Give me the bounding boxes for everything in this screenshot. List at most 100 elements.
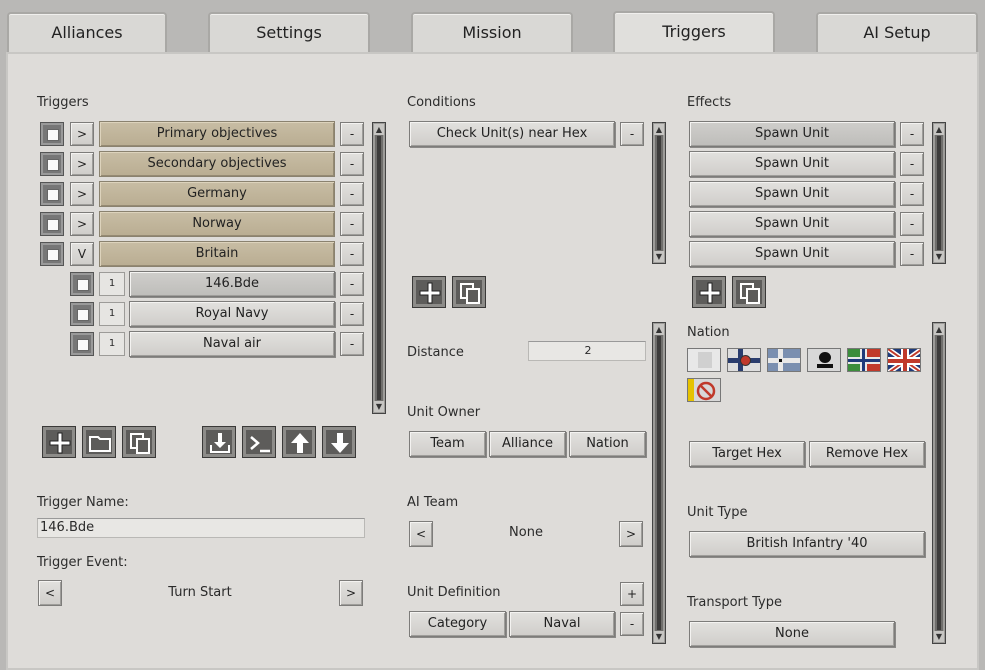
owner-alliance-button[interactable]: Alliance — [489, 431, 566, 457]
scroll-up-icon[interactable]: ▲ — [374, 124, 384, 135]
trigger-group-item[interactable]: Britain — [99, 241, 335, 267]
none-flag-icon[interactable] — [687, 378, 721, 402]
collapse-button[interactable]: V — [70, 242, 94, 266]
trigger-item[interactable]: Naval air — [129, 331, 335, 357]
remove-button[interactable]: - — [340, 302, 364, 326]
scroll-down-icon[interactable]: ▼ — [934, 631, 944, 642]
add-effect-button[interactable] — [692, 276, 726, 308]
trigger-checkbox[interactable] — [40, 212, 64, 236]
ai-team-next-button[interactable]: > — [619, 521, 643, 547]
remove-button[interactable]: - — [900, 212, 924, 236]
event-next-button[interactable]: > — [339, 580, 363, 606]
trigger-item[interactable]: 146.Bde — [129, 271, 335, 297]
britain-flag-icon[interactable] — [887, 348, 921, 372]
trigger-checkbox[interactable] — [70, 332, 94, 356]
effect-item[interactable]: Spawn Unit — [689, 151, 895, 177]
trigger-group-item[interactable]: Norway — [99, 211, 335, 237]
copy-condition-button[interactable] — [452, 276, 486, 308]
add-unit-definition-button[interactable]: + — [620, 582, 644, 606]
remove-button[interactable]: - — [340, 272, 364, 296]
scroll-track[interactable] — [377, 136, 381, 400]
trigger-checkbox[interactable] — [40, 242, 64, 266]
tab-triggers[interactable]: Triggers — [613, 11, 775, 55]
effect-settings-scrollbar[interactable]: ▲ ▼ — [932, 322, 946, 644]
move-down-button[interactable] — [322, 426, 356, 458]
scroll-up-icon[interactable]: ▲ — [654, 124, 664, 135]
triggers-scrollbar[interactable]: ▲ ▼ — [372, 122, 386, 414]
remove-hex-button[interactable]: Remove Hex — [809, 441, 925, 467]
conditions-scrollbar[interactable]: ▲ ▼ — [652, 122, 666, 264]
condition-item[interactable]: Check Unit(s) near Hex — [409, 121, 615, 147]
scroll-track[interactable] — [937, 336, 941, 630]
norway-flag-icon[interactable] — [847, 348, 881, 372]
owner-team-button[interactable]: Team — [409, 431, 486, 457]
remove-button[interactable]: - — [340, 212, 364, 236]
scroll-up-icon[interactable]: ▲ — [934, 324, 944, 335]
add-condition-button[interactable] — [412, 276, 446, 308]
unit-definition-category[interactable]: Category — [409, 611, 506, 637]
trigger-group-item[interactable]: Primary objectives — [99, 121, 335, 147]
import-button[interactable] — [202, 426, 236, 458]
scroll-down-icon[interactable]: ▼ — [654, 251, 664, 262]
remove-button[interactable]: - — [900, 152, 924, 176]
remove-button[interactable]: - — [620, 122, 644, 146]
tab-alliances[interactable]: Alliances — [7, 12, 167, 52]
scroll-down-icon[interactable]: ▼ — [934, 251, 944, 262]
expand-button[interactable]: > — [70, 152, 94, 176]
scroll-up-icon[interactable]: ▲ — [654, 324, 664, 335]
expand-button[interactable]: > — [70, 182, 94, 206]
effect-item[interactable]: Spawn Unit — [689, 121, 895, 147]
console-button[interactable] — [242, 426, 276, 458]
scroll-track[interactable] — [657, 136, 661, 250]
add-folder-button[interactable] — [82, 426, 116, 458]
scroll-down-icon[interactable]: ▼ — [374, 401, 384, 412]
tab-ai-setup[interactable]: AI Setup — [816, 12, 978, 52]
expand-button[interactable]: > — [70, 122, 94, 146]
trigger-group-item[interactable]: Secondary objectives — [99, 151, 335, 177]
move-up-button[interactable] — [282, 426, 316, 458]
remove-button[interactable]: - — [900, 122, 924, 146]
add-trigger-button[interactable] — [42, 426, 76, 458]
copy-effect-button[interactable] — [732, 276, 766, 308]
finland-flag-icon[interactable] — [727, 348, 761, 372]
ai-team-prev-button[interactable]: < — [409, 521, 433, 547]
scroll-track[interactable] — [937, 136, 941, 250]
trigger-checkbox[interactable] — [40, 182, 64, 206]
unit-type-select[interactable]: British Infantry '40 — [689, 531, 925, 557]
effect-item[interactable]: Spawn Unit — [689, 211, 895, 237]
effect-item[interactable]: Spawn Unit — [689, 241, 895, 267]
condition-settings-scrollbar[interactable]: ▲ ▼ — [652, 322, 666, 644]
transport-type-select[interactable]: None — [689, 621, 895, 647]
expand-button[interactable]: > — [70, 212, 94, 236]
effect-item[interactable]: Spawn Unit — [689, 181, 895, 207]
ss-flag-icon[interactable] — [807, 348, 841, 372]
remove-button[interactable]: - — [900, 242, 924, 266]
trigger-group-item[interactable]: Germany — [99, 181, 335, 207]
trigger-checkbox[interactable] — [70, 302, 94, 326]
tab-mission[interactable]: Mission — [411, 12, 573, 52]
trigger-checkbox[interactable] — [40, 152, 64, 176]
remove-button[interactable]: - — [340, 242, 364, 266]
remove-button[interactable]: - — [900, 182, 924, 206]
remove-button[interactable]: - — [340, 332, 364, 356]
target-hex-button[interactable]: Target Hex — [689, 441, 805, 467]
effects-scrollbar[interactable]: ▲ ▼ — [932, 122, 946, 264]
remove-button[interactable]: - — [340, 122, 364, 146]
scroll-track[interactable] — [657, 336, 661, 630]
germany-flag-icon[interactable] — [767, 348, 801, 372]
trigger-name-field[interactable]: 146.Bde — [37, 518, 365, 538]
tab-settings[interactable]: Settings — [208, 12, 370, 52]
remove-unit-definition-button[interactable]: - — [620, 612, 644, 636]
trigger-checkbox[interactable] — [70, 272, 94, 296]
event-prev-button[interactable]: < — [38, 580, 62, 606]
scroll-down-icon[interactable]: ▼ — [654, 631, 664, 642]
copy-trigger-button[interactable] — [122, 426, 156, 458]
trigger-checkbox[interactable] — [40, 122, 64, 146]
scroll-up-icon[interactable]: ▲ — [934, 124, 944, 135]
unit-definition-value[interactable]: Naval — [509, 611, 615, 637]
blank-flag-icon[interactable] — [687, 348, 721, 372]
remove-button[interactable]: - — [340, 152, 364, 176]
remove-button[interactable]: - — [340, 182, 364, 206]
owner-nation-button[interactable]: Nation — [569, 431, 646, 457]
trigger-item[interactable]: Royal Navy — [129, 301, 335, 327]
